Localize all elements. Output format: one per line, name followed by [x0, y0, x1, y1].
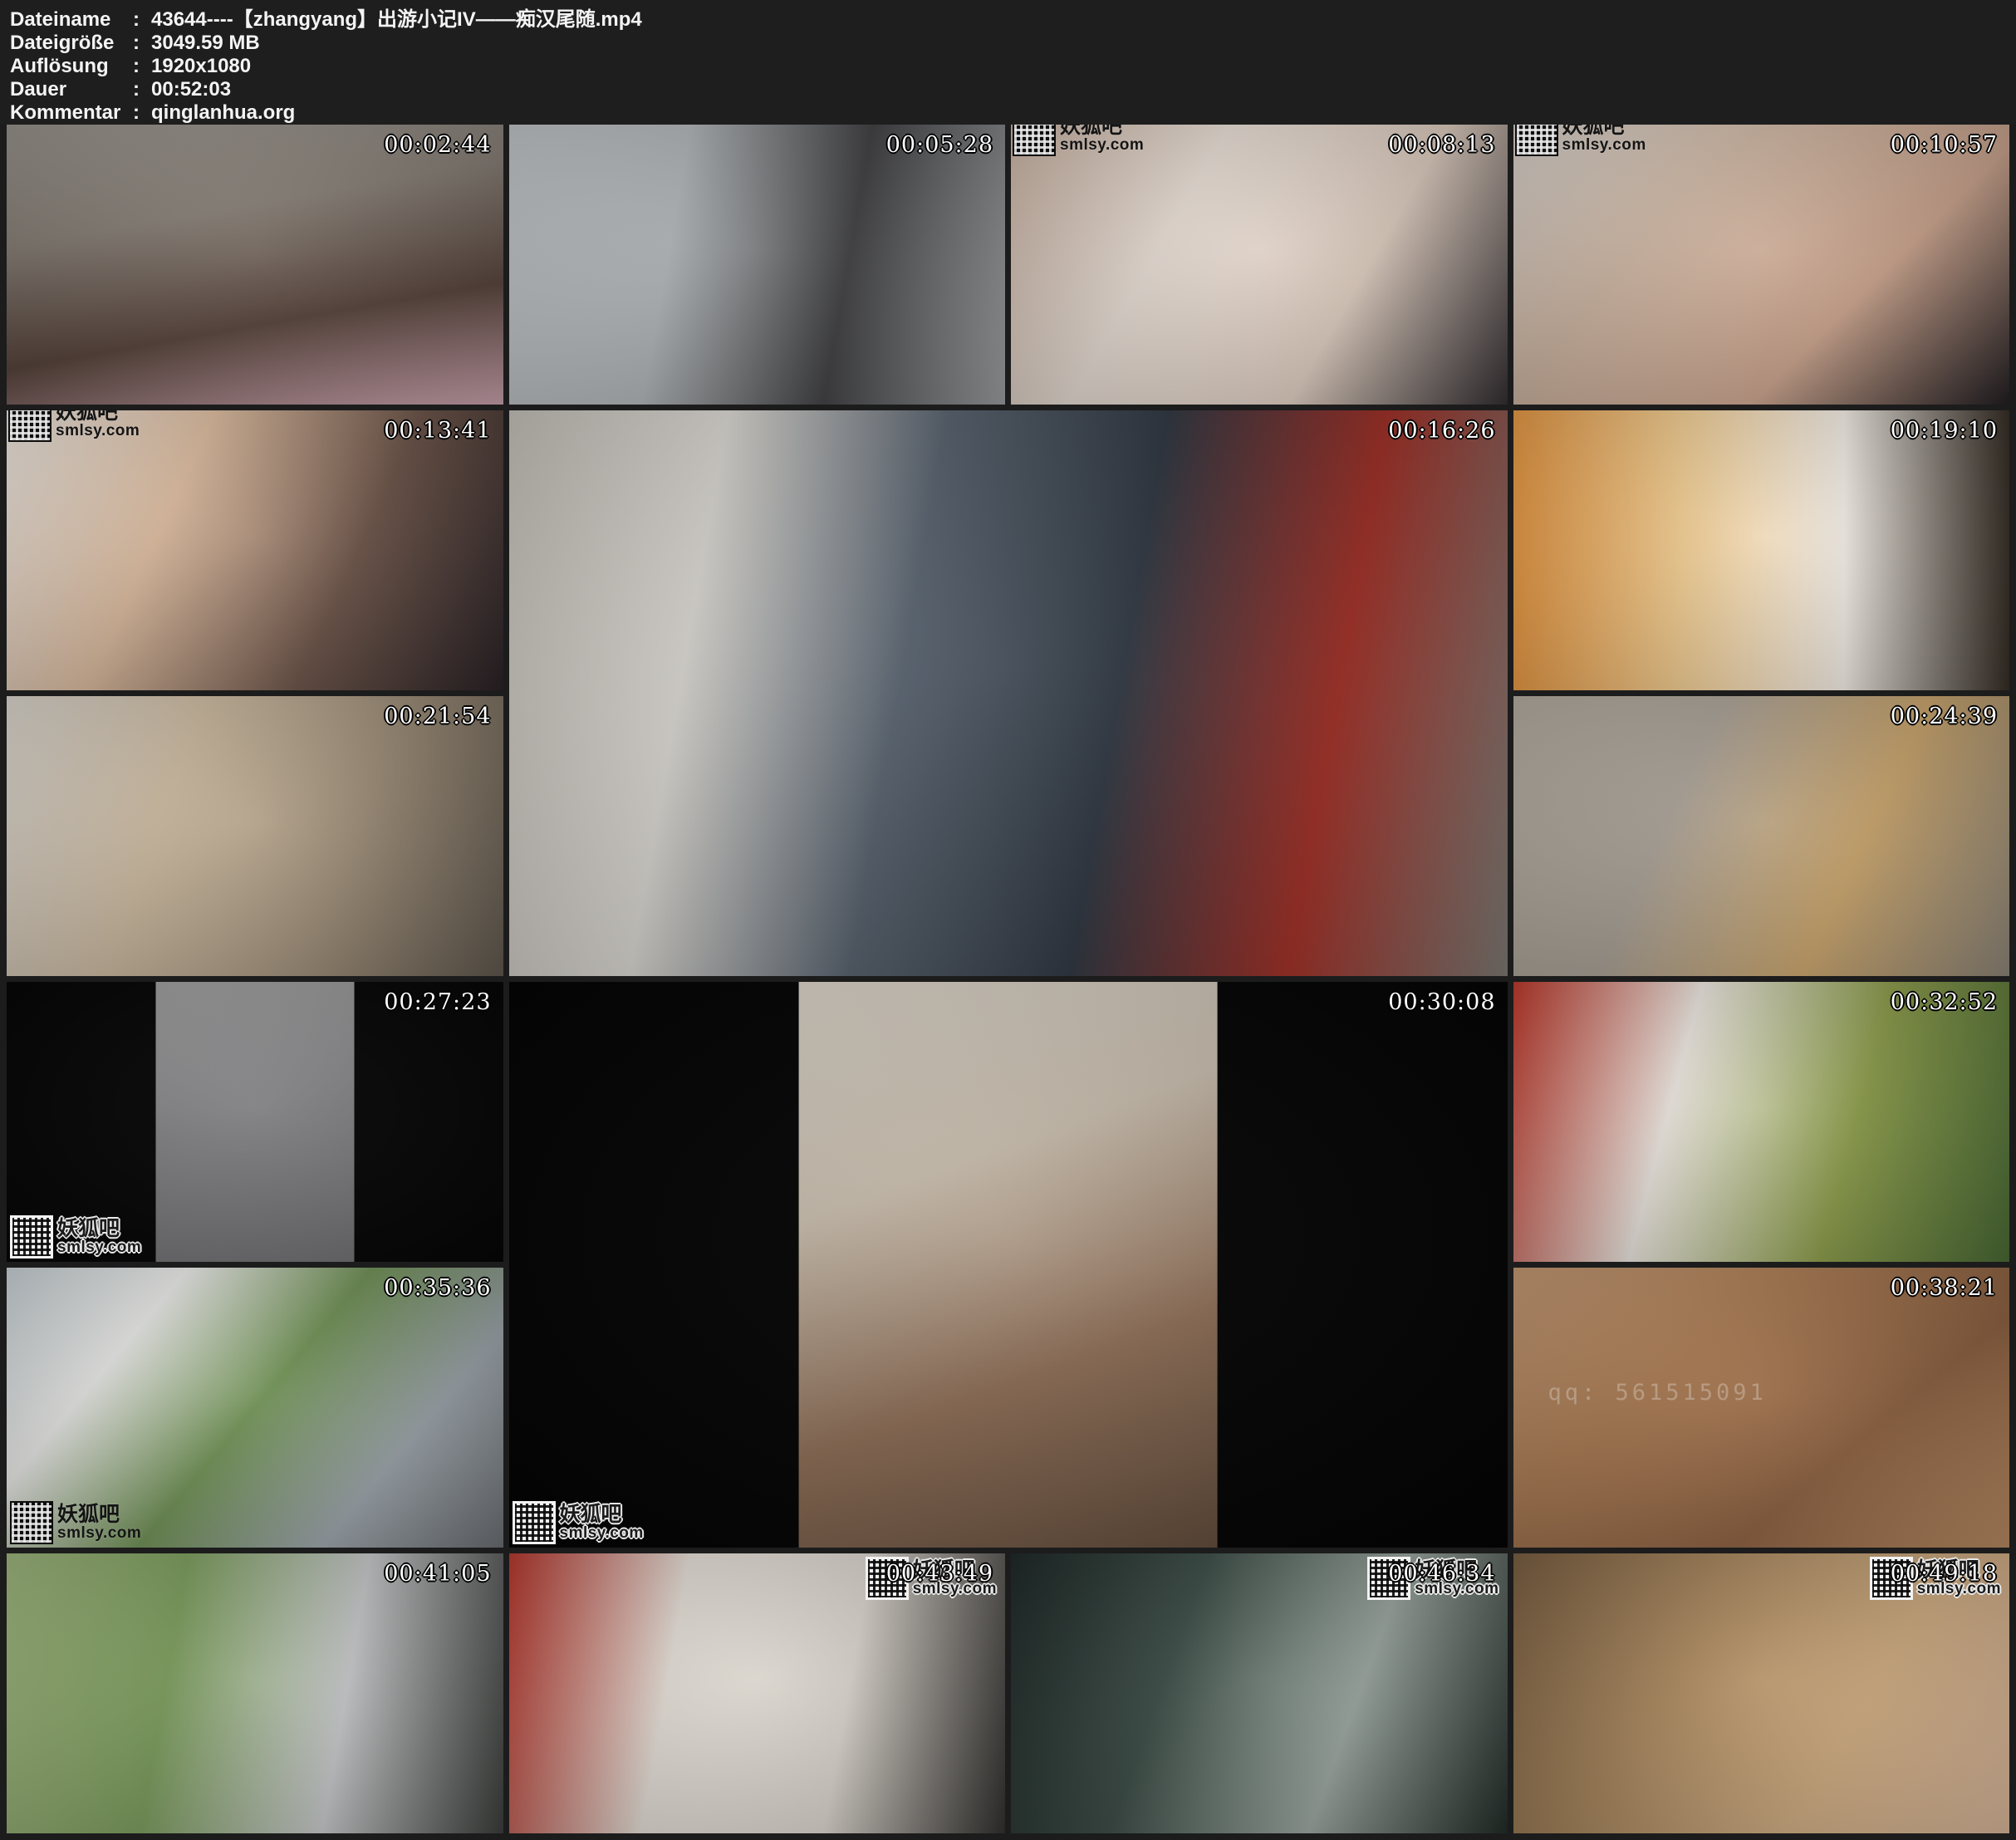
comment-value: qinglanhua.org: [151, 101, 295, 125]
timestamp-overlay: 00:05:28: [886, 132, 993, 158]
timestamp-overlay: 00:19:10: [1891, 418, 1998, 444]
watermark-site-name: 妖狐吧: [1060, 125, 1144, 137]
filesize-label: Dateigröße: [10, 32, 133, 55]
video-thumbnail: 00:32:52: [1513, 982, 2010, 1262]
timestamp-overlay: 00:27:23: [384, 989, 491, 1015]
timestamp-overlay: 00:32:52: [1891, 989, 1998, 1015]
watermark-site-name: 妖狐吧: [57, 1218, 141, 1239]
metadata-line-comment: Kommentar : qinglanhua.org: [10, 101, 2016, 125]
video-thumbnail: 00:16:26: [509, 410, 1508, 976]
qr-code-icon: [12, 1503, 52, 1543]
video-thumbnail: 00:02:44: [7, 125, 503, 405]
watermark-site-url: smlsy.com: [1562, 137, 1646, 154]
watermark-site-url: smlsy.com: [560, 1525, 644, 1542]
video-thumbnail: 妖狐吧smlsy.com 00:27:23: [7, 982, 503, 1262]
contact-overlay-text: qq: 561515091: [1548, 1380, 1767, 1406]
thumbnail-image-area: [155, 982, 354, 1262]
comment-label: Kommentar: [10, 101, 133, 125]
metadata-line-filesize: Dateigröße : 3049.59 MB: [10, 32, 2016, 55]
filesize-value: 3049.59 MB: [151, 32, 260, 55]
qr-code-icon: [12, 1217, 52, 1257]
video-thumbnail: 妖狐吧smlsy.com00:43:49: [509, 1553, 1006, 1833]
video-thumbnail: 00:24:39: [1513, 696, 2010, 976]
watermark-site-text: 妖狐吧smlsy.com: [1060, 125, 1144, 154]
watermark-site-text: 妖狐吧smlsy.com: [57, 1504, 141, 1542]
video-thumbnail: 00:19:10: [1513, 410, 2010, 690]
watermark-site-text: 妖狐吧smlsy.com: [1562, 125, 1646, 154]
metadata-line-duration: Dauer : 00:52:03: [10, 78, 2016, 101]
watermark-site-url: smlsy.com: [56, 423, 140, 439]
video-thumbnail: 00:21:54: [7, 696, 503, 976]
duration-value: 00:52:03: [151, 78, 231, 101]
video-thumbnail: 妖狐吧smlsy.com00:46:34: [1011, 1553, 1508, 1833]
separator: :: [133, 101, 151, 125]
watermark-site-text: 妖狐吧smlsy.com: [57, 1218, 141, 1256]
timestamp-overlay: 00:46:34: [1388, 1561, 1495, 1587]
video-thumbnail: 妖狐吧smlsy.com 00:10:57: [1513, 125, 2010, 405]
timestamp-overlay: 00:13:41: [384, 418, 491, 444]
timestamp-overlay: 00:16:26: [1388, 418, 1495, 444]
qr-code-icon: [1014, 125, 1054, 155]
thumbnail-image-area: [798, 982, 1218, 1548]
site-watermark: 妖狐吧smlsy.com: [12, 1503, 141, 1543]
site-watermark: 妖狐吧smlsy.com: [1517, 125, 1646, 155]
timestamp-overlay: 00:02:44: [384, 132, 491, 158]
qr-code-icon: [1517, 125, 1557, 155]
watermark-site-url: smlsy.com: [57, 1239, 141, 1256]
file-metadata-header: Dateiname : 43644----【zhangyang】出游小记IV——…: [0, 0, 2016, 125]
separator: :: [133, 8, 151, 32]
video-thumbnail: 00:05:28: [509, 125, 1006, 405]
watermark-site-url: smlsy.com: [1060, 137, 1144, 154]
video-thumbnail: 妖狐吧smlsy.com 00:08:13: [1011, 125, 1508, 405]
watermark-site-text: 妖狐吧smlsy.com: [56, 410, 140, 439]
timestamp-overlay: 00:41:05: [384, 1561, 491, 1587]
site-watermark: 妖狐吧smlsy.com: [514, 1503, 644, 1543]
video-thumbnail: 妖狐吧smlsy.com 00:13:41: [7, 410, 503, 690]
watermark-site-url: smlsy.com: [57, 1525, 141, 1542]
metadata-line-filename: Dateiname : 43644----【zhangyang】出游小记IV——…: [10, 8, 2016, 32]
timestamp-overlay: 00:10:57: [1891, 132, 1998, 158]
timestamp-overlay: 00:43:49: [886, 1561, 993, 1587]
video-thumbnail: 妖狐吧smlsy.com 00:30:08: [509, 982, 1508, 1548]
thumbnail-grid: 00:02:4400:05:28妖狐吧smlsy.com00:08:13妖狐吧s…: [0, 125, 2016, 1840]
duration-label: Dauer: [10, 78, 133, 101]
timestamp-overlay: 00:21:54: [384, 704, 491, 729]
timestamp-overlay: 00:30:08: [1388, 989, 1495, 1015]
timestamp-overlay: 00:49:18: [1891, 1561, 1998, 1587]
timestamp-overlay: 00:08:13: [1388, 132, 1495, 158]
qr-code-icon: [514, 1503, 554, 1543]
separator: :: [133, 55, 151, 78]
timestamp-overlay: 00:24:39: [1891, 704, 1998, 729]
site-watermark: 妖狐吧smlsy.com: [12, 1217, 141, 1257]
video-thumbnail: 妖狐吧smlsy.com00:49:18: [1513, 1553, 2010, 1833]
separator: :: [133, 78, 151, 101]
video-thumbnail: 妖狐吧smlsy.com 00:35:36: [7, 1268, 503, 1548]
watermark-site-text: 妖狐吧smlsy.com: [560, 1504, 644, 1542]
filename-value: 43644----【zhangyang】出游小记IV——痴汉尾随.mp4: [151, 8, 642, 32]
qr-code-icon: [10, 410, 50, 440]
watermark-site-name: 妖狐吧: [1562, 125, 1646, 137]
watermark-site-name: 妖狐吧: [57, 1504, 141, 1525]
video-thumbnail: qq: 561515091 00:38:21: [1513, 1268, 2010, 1548]
metadata-line-resolution: Auflösung : 1920x1080: [10, 55, 2016, 78]
video-thumbnail: 00:41:05: [7, 1553, 503, 1833]
site-watermark: 妖狐吧smlsy.com: [1014, 125, 1144, 155]
watermark-site-name: 妖狐吧: [56, 410, 140, 423]
timestamp-overlay: 00:38:21: [1891, 1275, 1998, 1301]
resolution-value: 1920x1080: [151, 55, 251, 78]
site-watermark: 妖狐吧smlsy.com: [10, 410, 140, 440]
filename-label: Dateiname: [10, 8, 133, 32]
watermark-site-name: 妖狐吧: [560, 1504, 644, 1525]
resolution-label: Auflösung: [10, 55, 133, 78]
separator: :: [133, 32, 151, 55]
timestamp-overlay: 00:35:36: [384, 1275, 491, 1301]
